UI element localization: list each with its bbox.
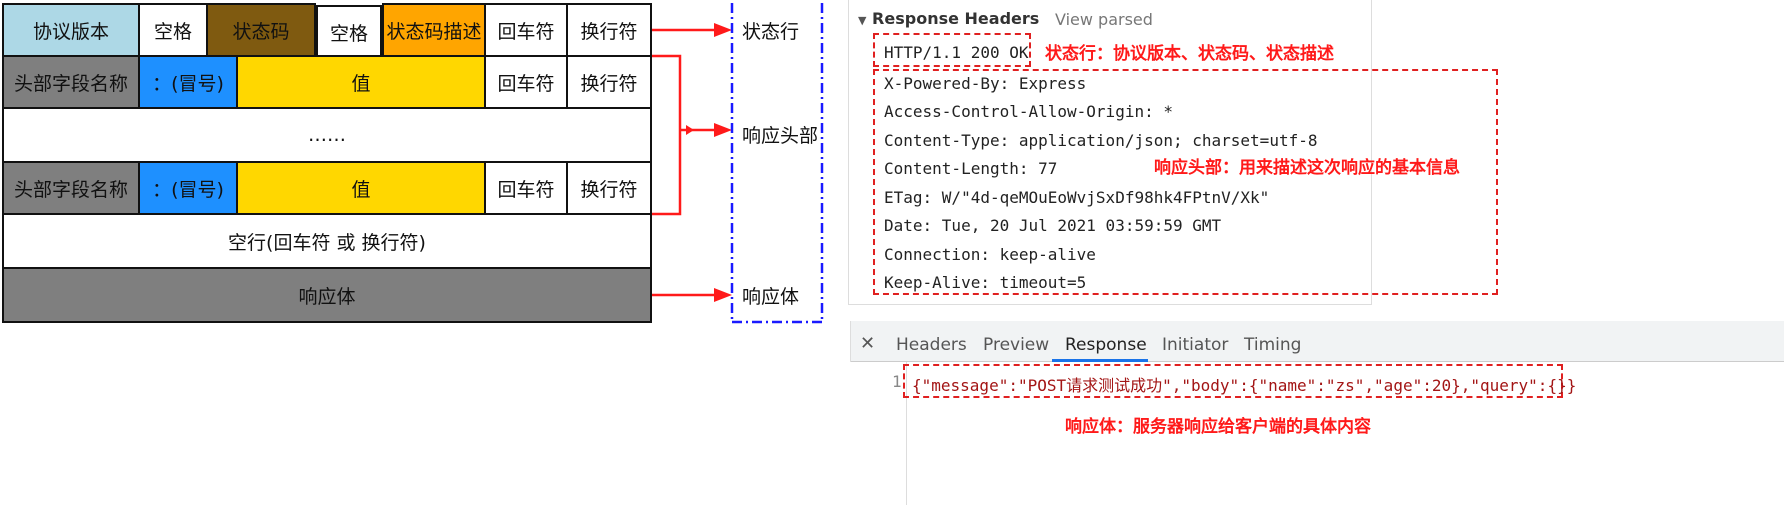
view-parsed-link[interactable]: View parsed xyxy=(1055,10,1153,29)
header-line: X-Powered-By: Express xyxy=(884,74,1087,93)
header-line: Access-Control-Allow-Origin: * xyxy=(884,102,1173,121)
triangle-down-icon: ▼ xyxy=(858,14,867,27)
tab-initiator[interactable]: Initiator xyxy=(1162,335,1228,355)
diagram-arrows xyxy=(652,3,824,324)
header-line: Content-Type: application/json; charset=… xyxy=(884,131,1318,150)
close-icon[interactable]: ✕ xyxy=(860,333,875,354)
header-line: Content-Length: 77 xyxy=(884,159,1058,178)
section-title: Response Headers xyxy=(872,9,1040,28)
tab-response[interactable]: Response xyxy=(1065,335,1147,355)
status-line-text: HTTP/1.1 200 OK xyxy=(884,43,1029,62)
headers-label: 响应头部 xyxy=(742,125,819,147)
status-line-label: 状态行 xyxy=(742,21,800,43)
headers-note: 响应头部：用来描述这次响应的基本信息 xyxy=(1154,158,1460,178)
response-body-note: 响应体：服务器响应给客户端的具体内容 xyxy=(1065,417,1371,437)
tab-preview[interactable]: Preview xyxy=(983,335,1049,355)
header-line: Keep-Alive: timeout=5 xyxy=(884,273,1087,292)
header-line: Date: Tue, 20 Jul 2021 03:59:59 GMT xyxy=(884,216,1222,235)
tab-timing[interactable]: Timing xyxy=(1244,335,1301,355)
line-number: 1 xyxy=(892,372,902,391)
header-line: Connection: keep-alive xyxy=(884,245,1096,264)
tab-headers[interactable]: Headers xyxy=(896,335,967,355)
response-body-text: {"message":"POST请求测试成功","body":{"name":"… xyxy=(912,376,1577,395)
status-line-note: 状态行：协议版本、状态码、状态描述 xyxy=(1045,44,1334,64)
response-headers-toggle[interactable]: ▼ Response Headers xyxy=(858,9,1039,28)
active-tab-underline xyxy=(1052,359,1148,362)
body-label: 响应体 xyxy=(742,286,800,308)
header-line: ETag: W/"4d-qeMOuEoWvjSxDf98hk4FPtnV/Xk" xyxy=(884,188,1270,207)
